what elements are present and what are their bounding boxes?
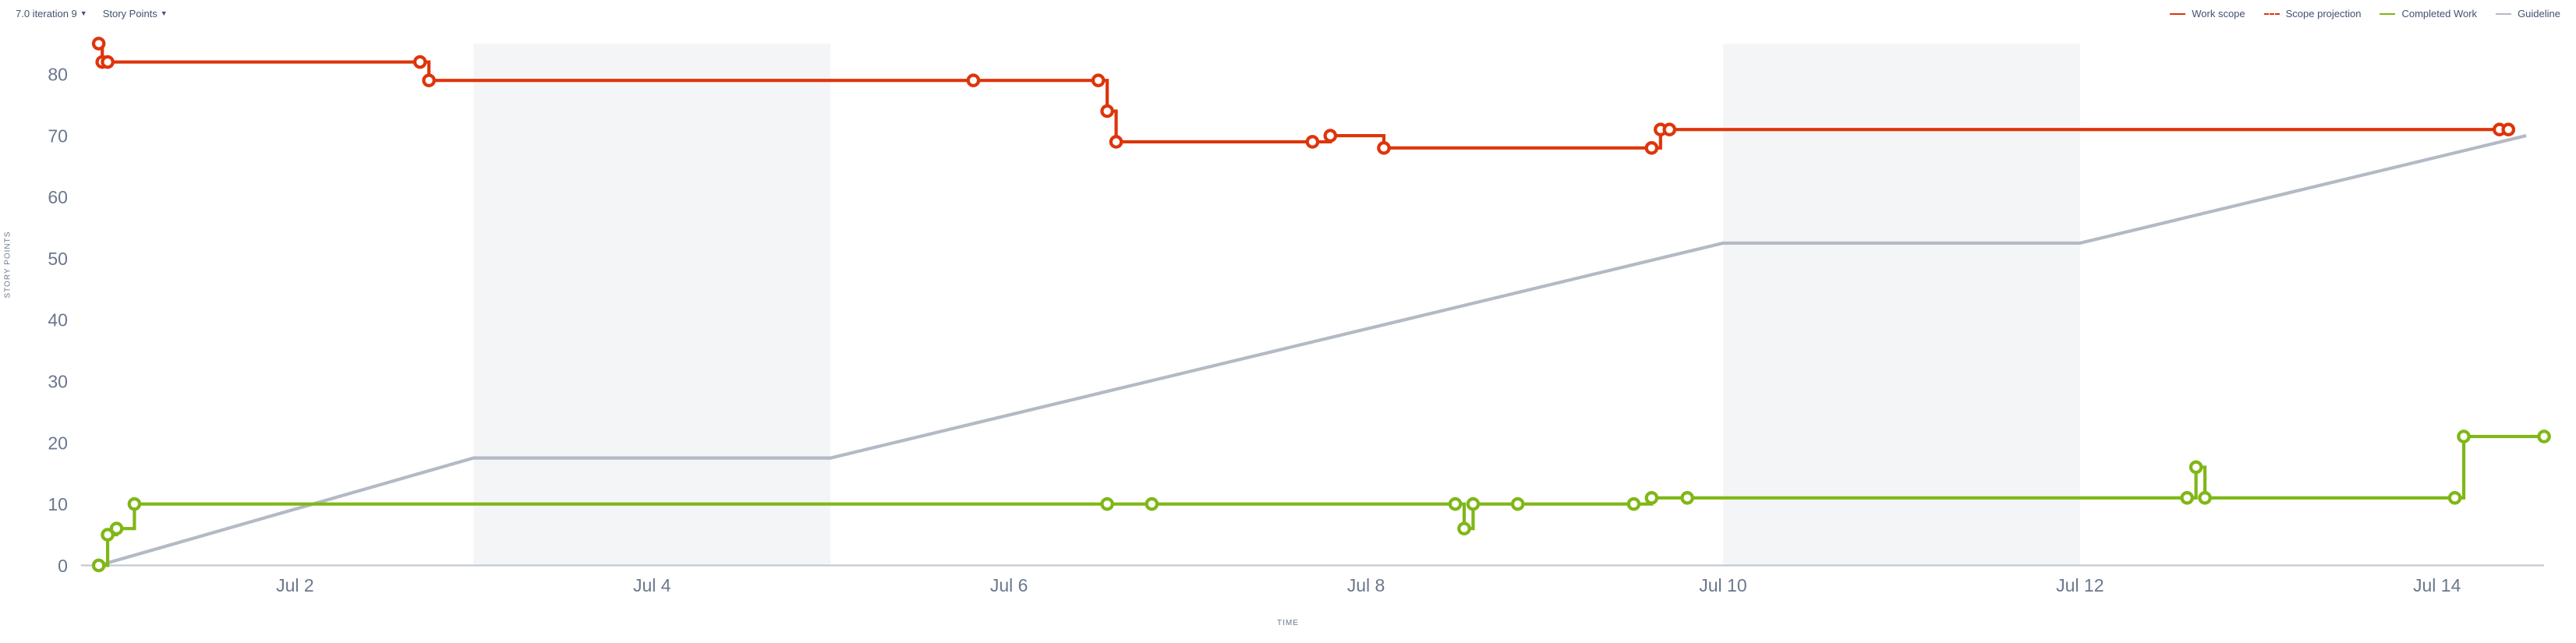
- iteration-label: 7.0 iteration 9: [16, 8, 77, 19]
- left-controls: 7.0 iteration 9 ▼ Story Points ▼: [16, 8, 168, 19]
- svg-text:50: 50: [48, 249, 68, 269]
- metric-dropdown[interactable]: Story Points ▼: [103, 8, 168, 19]
- legend-swatch-completed-work: [2380, 13, 2395, 15]
- legend-label: Work scope: [2192, 8, 2245, 19]
- legend-label: Scope projection: [2286, 8, 2362, 19]
- legend-swatch-guideline: [2496, 13, 2511, 15]
- svg-text:10: 10: [48, 494, 68, 514]
- svg-text:Jul 2: Jul 2: [276, 575, 314, 595]
- x-axis-label: TIME: [16, 619, 2560, 627]
- svg-text:Jul 10: Jul 10: [1699, 575, 1746, 595]
- chart-header: 7.0 iteration 9 ▼ Story Points ▼ Work sc…: [16, 8, 2560, 19]
- svg-text:20: 20: [48, 433, 68, 453]
- iteration-dropdown[interactable]: 7.0 iteration 9 ▼: [16, 8, 87, 19]
- svg-text:Jul 4: Jul 4: [633, 575, 671, 595]
- svg-text:Jul 12: Jul 12: [2056, 575, 2104, 595]
- svg-text:60: 60: [48, 187, 68, 207]
- chevron-down-icon: ▼: [161, 10, 168, 17]
- svg-text:Jul 8: Jul 8: [1347, 575, 1385, 595]
- chart-area: STORY POINTS 01020304050607080Jul 2Jul 4…: [16, 27, 2560, 627]
- legend-guideline[interactable]: Guideline: [2496, 8, 2560, 19]
- legend-work-scope[interactable]: Work scope: [2170, 8, 2245, 19]
- chevron-down-icon: ▼: [80, 10, 87, 17]
- svg-text:0: 0: [58, 556, 68, 576]
- svg-text:40: 40: [48, 310, 68, 330]
- legend-swatch-work-scope: [2170, 13, 2185, 15]
- y-axis-label: STORY POINTS: [4, 231, 12, 299]
- legend-scope-projection[interactable]: Scope projection: [2264, 8, 2362, 19]
- legend-completed-work[interactable]: Completed Work: [2380, 8, 2477, 19]
- svg-text:30: 30: [48, 372, 68, 392]
- legend-swatch-scope-projection: [2264, 13, 2280, 15]
- burnup-chart: 0 10 20 30 40 50 60 70 80 Jul 2 Jul 4 Jul 6 Jul 8 Jul…: [16, 27, 2560, 614]
- svg-text:80: 80: [48, 65, 68, 85]
- metric-label: Story Points: [103, 8, 157, 19]
- chart-legend: Work scope Scope projection Completed Wo…: [2170, 8, 2560, 19]
- legend-label: Completed Work: [2401, 8, 2477, 19]
- svg-text:Jul 6: Jul 6: [990, 575, 1028, 595]
- svg-text:70: 70: [48, 125, 68, 146]
- svg-text:Jul 14: Jul 14: [2413, 575, 2461, 595]
- legend-label: Guideline: [2518, 8, 2560, 19]
